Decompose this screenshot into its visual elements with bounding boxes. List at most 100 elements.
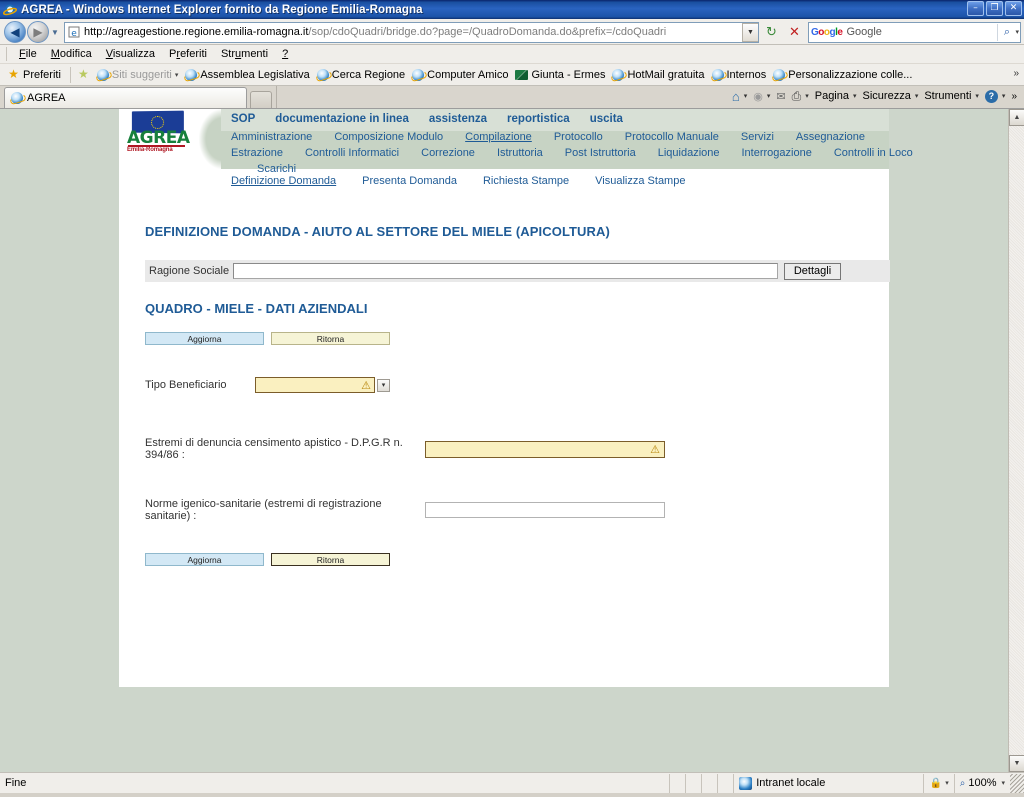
nav-controlli-informatici[interactable]: Controlli Informatici (305, 147, 399, 159)
search-input[interactable]: Google (846, 26, 997, 38)
ragione-sociale-input[interactable] (233, 263, 778, 279)
tab-agrea[interactable]: AGREA (4, 87, 247, 108)
menu-item-strumenti[interactable]: Strumenti (214, 47, 275, 61)
nav-correzione[interactable]: Correzione (421, 147, 475, 159)
nav-liquidazione[interactable]: Liquidazione (658, 147, 720, 159)
nav-uscita[interactable]: uscita (590, 113, 623, 125)
scroll-up-button[interactable]: ▲ (1009, 109, 1024, 126)
nav-assistenza[interactable]: assistenza (429, 113, 487, 125)
favorite-link-hotmail[interactable]: HotMail gratuita (610, 68, 709, 81)
search-icon[interactable]: ⌕ (997, 23, 1015, 41)
nav-compilazione[interactable]: Compilazione (465, 131, 532, 143)
refresh-button[interactable]: ↻ (761, 22, 782, 43)
aggiorna-button-top[interactable]: Aggiorna (145, 332, 264, 345)
help-icon: ? (984, 89, 998, 103)
close-icon[interactable]: ✕ (1005, 1, 1022, 16)
norme-igenico-sanitarie-input[interactable] (425, 502, 665, 518)
nav-post-istruttoria[interactable]: Post Istruttoria (565, 147, 636, 159)
nav-scarichi[interactable]: Scarichi (257, 163, 296, 175)
favorites-button[interactable]: ★ Preferiti (5, 68, 66, 81)
nav-istruttoria[interactable]: Istruttoria (497, 147, 543, 159)
menu-rest-file: ile (25, 48, 37, 60)
forward-button[interactable]: ▶ (27, 21, 49, 43)
restore-icon[interactable]: ❐ (986, 1, 1003, 16)
nav-controlli-in-loco[interactable]: Controlli in Loco (834, 147, 913, 159)
favorites-overflow-icon[interactable]: » (1013, 68, 1019, 79)
mail-button[interactable]: ✉ (773, 87, 788, 106)
favorite-link-giunta-ermes[interactable]: Giunta - Ermes (513, 69, 610, 81)
ritorna-button-bottom[interactable]: Ritorna (271, 553, 390, 566)
zoom-control[interactable]: ⌕ 100% ▾ (953, 773, 1010, 793)
nav-amministrazione[interactable]: Amministrazione (231, 131, 312, 143)
back-button[interactable]: ◀ (4, 21, 26, 43)
address-bar[interactable]: e http://agreagestione.regione.emilia-ro… (64, 21, 759, 43)
search-box[interactable]: Google Google ⌕ ▾ (808, 21, 1021, 43)
favorite-link-internos[interactable]: Internos (710, 68, 772, 81)
ritorna-button-top[interactable]: Ritorna (271, 332, 390, 345)
status-cell-2 (685, 773, 701, 793)
home-button[interactable]: ⌂ ▾ (729, 87, 750, 106)
menu-item-visualizza[interactable]: Visualizza (99, 47, 162, 61)
ragione-sociale-label: Ragione Sociale (149, 265, 230, 277)
favorite-link-computer-amico[interactable]: Computer Amico (410, 68, 513, 81)
nav-visualizza-stampe[interactable]: Visualizza Stampe (595, 175, 685, 187)
scroll-down-button[interactable]: ▼ (1009, 755, 1024, 772)
nav-assegnazione[interactable]: Assegnazione (796, 131, 865, 143)
suggested-sites-button[interactable]: Siti suggeriti ▾ (95, 68, 183, 81)
tipo-beneficiario-label: Tipo Beneficiario (145, 379, 227, 391)
printer-icon: ⎙ (791, 88, 802, 103)
stop-button[interactable]: ✕ (784, 22, 805, 43)
nav-richiesta-stampe[interactable]: Richiesta Stampe (483, 175, 569, 187)
history-dropdown-icon[interactable]: ▼ (49, 28, 61, 37)
nav-estrazione[interactable]: Estrazione (231, 147, 283, 159)
print-button[interactable]: ⎙ ▾ (789, 87, 812, 106)
menu-item-preferiti[interactable]: Preferiti (162, 47, 214, 61)
chevron-down-icon: ▾ (1001, 780, 1005, 787)
feeds-button[interactable]: ◉ ▾ (750, 87, 773, 106)
security-zone[interactable]: Intranet locale (733, 773, 923, 793)
command-sicurezza[interactable]: Sicurezza ▾ (860, 87, 922, 106)
favorite-label: Assemblea Legislativa (200, 68, 310, 81)
nav-composizione-modulo[interactable]: Composizione Modulo (334, 131, 443, 143)
favorite-label: HotMail gratuita (627, 68, 705, 81)
menu-key-visualizza: V (105, 48, 113, 60)
menu-item-file[interactable]: File (12, 47, 44, 61)
estremi-denuncia-input[interactable]: ⚠ (425, 440, 665, 458)
help-button[interactable]: ? ▾ (982, 87, 1009, 106)
status-text: Fine (5, 777, 27, 789)
favorite-link-assemblea[interactable]: Assemblea Legislativa (183, 68, 314, 81)
command-pagina[interactable]: Pagina ▾ (812, 87, 860, 106)
chevron-down-icon[interactable]: ▾ (377, 378, 390, 392)
nav-protocollo[interactable]: Protocollo (554, 131, 603, 143)
nav-protocollo-manuale[interactable]: Protocollo Manuale (625, 131, 719, 143)
minimize-icon[interactable]: – (967, 1, 984, 16)
command-label: Sicurezza (862, 90, 911, 102)
menu-item-modifica[interactable]: Modifica (44, 47, 99, 61)
nav-reportistica[interactable]: reportistica (507, 113, 570, 125)
new-tab-button[interactable] (250, 91, 272, 108)
search-dropdown-icon[interactable]: ▾ (1015, 28, 1019, 36)
nav-presenta-domanda[interactable]: Presenta Domanda (362, 175, 457, 187)
favorite-link-cerca-regione[interactable]: Cerca Regione (315, 68, 410, 81)
nav-interrogazione[interactable]: Interrogazione (742, 147, 812, 159)
command-strumenti[interactable]: Strumenti ▾ (921, 87, 982, 106)
menu-item-help[interactable]: ? (275, 47, 295, 61)
favorites-add-button[interactable]: ★ (75, 68, 95, 81)
favorite-link-personalizzazione[interactable]: Personalizzazione colle... (771, 68, 917, 81)
protected-mode-indicator[interactable]: 🔒 ▾ (923, 773, 954, 793)
scrollbar-track[interactable] (1009, 126, 1024, 755)
address-dropdown-icon[interactable]: ▼ (742, 22, 758, 42)
page-scrollbar[interactable]: ▲ ▼ (1008, 109, 1024, 772)
warning-icon: ⚠ (650, 442, 660, 456)
command-overflow-icon[interactable]: » (1008, 87, 1020, 106)
nav-servizi[interactable]: Servizi (741, 131, 774, 143)
nav-sop[interactable]: SOP (231, 113, 255, 125)
dettagli-button[interactable]: Dettagli (784, 262, 841, 280)
nav-documentazione[interactable]: documentazione in linea (275, 113, 409, 125)
secondary-nav-row-1: Amministrazione Composizione Modulo Comp… (231, 131, 881, 143)
nav-definizione-domanda[interactable]: Definizione Domanda (231, 175, 336, 187)
aggiorna-button-bottom[interactable]: Aggiorna (145, 553, 264, 566)
chevron-down-icon: ▾ (805, 93, 809, 100)
tipo-beneficiario-select[interactable]: ⚠ (255, 377, 375, 393)
resize-grip[interactable] (1010, 773, 1024, 793)
